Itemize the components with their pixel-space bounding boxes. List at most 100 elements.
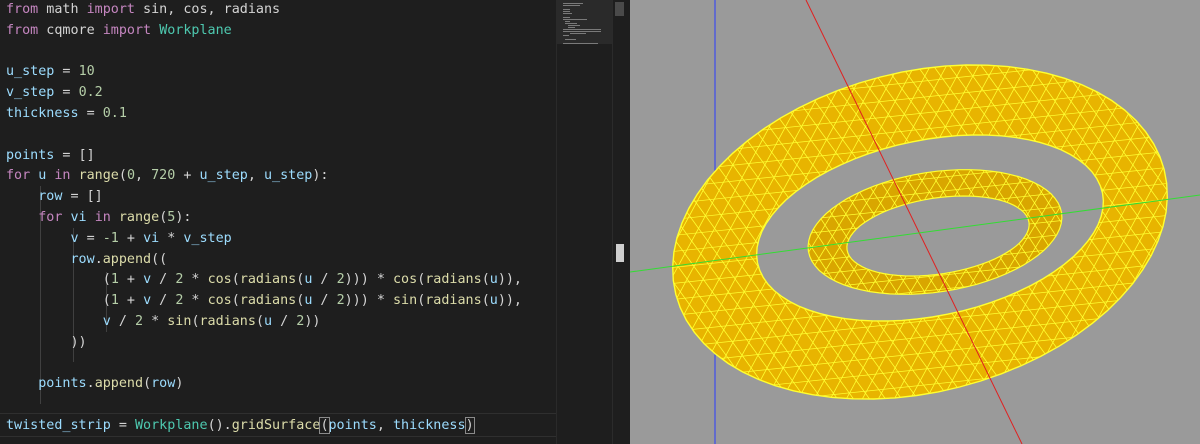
minimap-line [565,39,577,40]
mesh-edge [1168,0,1200,444]
code-token: = [54,85,79,101]
code-editor[interactable]: from math import sin, cos, radians from c… [0,0,556,444]
code-token: sin, cos, radians [135,2,281,17]
code-token: Workplane [135,418,208,433]
3d-viewer[interactable] [630,0,1200,444]
minimap-line [563,29,602,30]
minimap-line [563,17,570,18]
code-token: 10 [78,64,95,80]
mesh-edge [630,0,660,444]
viewport-canvas[interactable] [630,0,1200,444]
mesh-edge [630,0,640,444]
code-token: points [6,147,55,163]
code-token: radians [239,272,297,288]
code-token: 0 [126,168,135,184]
minimap-line [570,33,587,34]
code-token: ( [143,376,152,392]
code-token: + [118,230,144,246]
code-line: for vi in range(5): [6,208,191,228]
code-token: sin [167,314,192,329]
code-token: ( [481,293,490,309]
code-line: from math import sin, cos, radians [6,0,280,20]
code-token: , [247,168,264,184]
code-token: 0.2 [78,85,103,101]
code-token: Workplane [159,22,232,38]
code-token: v [70,230,79,246]
code-token: u_step [264,168,313,184]
code-token: )) [6,334,87,350]
mesh-edge [1196,0,1200,444]
minimap-line [565,23,577,24]
minimap[interactable] [556,0,613,444]
code-token: -1 [102,230,119,246]
minimap-line [563,19,587,20]
code-token: ( [118,168,127,184]
code-token: ): [312,168,329,184]
mesh-edge [1174,0,1200,444]
code-token: = [] [62,189,103,205]
mesh-edge [630,0,682,444]
mesh-edge [630,0,654,444]
code-token: u [489,293,498,309]
code-line: row = [] [6,187,103,207]
code-token: radians [425,272,482,288]
code-token: u_step [199,168,248,184]
code-token: 720 [151,168,176,184]
code-token: ( [255,314,264,329]
code-token: points [38,376,87,392]
code-line: )) [6,333,87,353]
code-token: radians [425,293,482,309]
code-token: ( [231,272,240,288]
mesh-edge [1190,0,1200,444]
scrollbar-thumb[interactable] [615,2,624,16]
mesh-edge [630,0,632,444]
code-token: v [143,293,152,309]
splitter-handle[interactable] [616,244,624,262]
code-token: = [78,106,103,121]
code-token: append [94,376,144,392]
code-token: 1 [110,293,119,309]
code-line: u_step = 10 [6,62,95,82]
minimap-line [563,5,580,6]
code-token: / [110,314,135,329]
minimap-line [567,25,580,26]
code-token: / [312,293,337,309]
code-token: ( [481,272,490,288]
code-token: points [328,418,377,433]
code-token: ) [464,417,475,434]
code-line: (1 + v / 2 * cos(radians(u / 2))) * cos(… [6,270,522,290]
mesh-edge [1196,0,1200,444]
mesh-edge [630,0,646,444]
code-token: * [143,314,168,329]
minimap-line [563,31,602,32]
code-token: ( [191,314,200,329]
code-token: ( [231,293,240,309]
mesh-edge [630,0,646,444]
minimap-slider[interactable] [557,0,613,44]
minimap-line [563,3,584,4]
code-token: math [38,2,87,17]
code-token: cqmore [38,22,103,38]
minimap-line [563,43,598,44]
code-token: row [70,251,95,267]
code-token: cos [207,272,232,288]
code-token: ( [319,417,330,434]
minimap-line [567,27,575,28]
code-token: radians [199,314,256,329]
code-token: row [38,189,63,205]
code-line: v / 2 * sin(radians(u / 2)) [6,312,321,332]
code-line: v_step = 0.2 [6,83,103,103]
code-token: ( [6,272,111,288]
code-token: / [151,293,176,309]
editor-scrollbar[interactable] [612,0,627,444]
minimap-line [565,21,571,22]
code-token: 0.1 [102,106,127,121]
code-token: (). [207,418,232,433]
code-token: * [183,272,208,288]
code-token: cos [393,272,418,288]
code-token: + [175,168,200,184]
code-token: ) [175,376,184,392]
